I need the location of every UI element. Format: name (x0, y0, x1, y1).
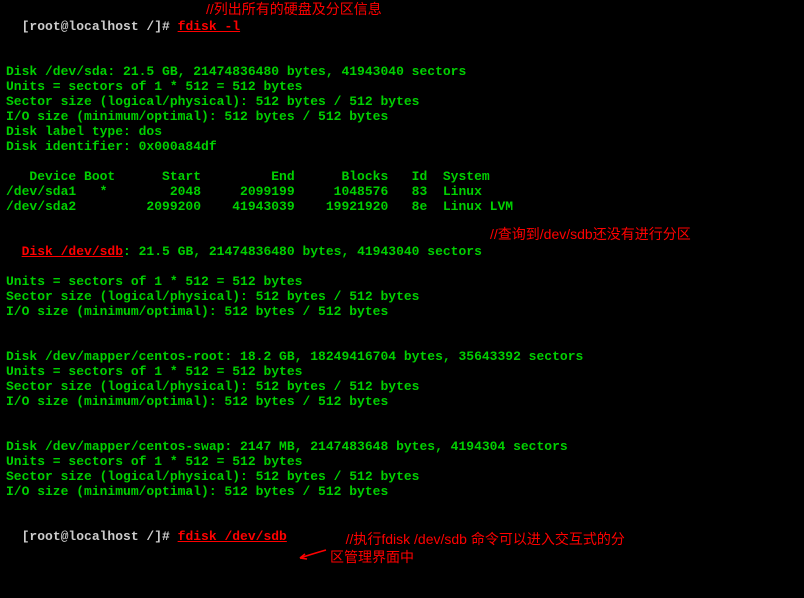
output-line: Units = sectors of 1 * 512 = 512 bytes (6, 79, 798, 94)
blank-line (6, 154, 798, 169)
command-1: fdisk -l (178, 19, 240, 34)
output-line: I/O size (minimum/optimal): 512 bytes / … (6, 109, 798, 124)
output-line: Sector size (logical/physical): 512 byte… (6, 94, 798, 109)
command-2: fdisk /dev/sdb (178, 529, 287, 544)
output-line: Sector size (logical/physical): 512 byte… (6, 469, 798, 484)
output-line: Disk label type: dos (6, 124, 798, 139)
prompt-line-2[interactable]: [root@localhost /]# fdisk /dev/sdb //执行f… (6, 514, 798, 548)
blank-line (6, 319, 798, 334)
prompt-prefix: [root@localhost /]# (22, 19, 178, 34)
disk-centos-swap-header: Disk /dev/mapper/centos-swap: 2147 MB, 2… (6, 439, 798, 454)
partition-table-header: Device Boot Start End Blocks Id System (6, 169, 798, 184)
output-line: Sector size (logical/physical): 512 byte… (6, 379, 798, 394)
blank-line (6, 424, 798, 439)
output-line: Units = sectors of 1 * 512 = 512 bytes (6, 274, 798, 289)
blank-line (6, 334, 798, 349)
partition-table-row: /dev/sda1 * 2048 2099199 1048576 83 Linu… (6, 184, 798, 199)
output-line: Disk identifier: 0x000a84df (6, 139, 798, 154)
disk-centos-root-header: Disk /dev/mapper/centos-root: 18.2 GB, 1… (6, 349, 798, 364)
output-line: I/O size (minimum/optimal): 512 bytes / … (6, 304, 798, 319)
disk-sdb-underline: Disk /dev/sdb (22, 244, 123, 259)
blank-line (6, 49, 798, 64)
prompt-line-1[interactable]: [root@localhost /]# fdisk -l //列出所有的硬盘及分… (6, 4, 798, 49)
output-line: Units = sectors of 1 * 512 = 512 bytes (6, 364, 798, 379)
output-line: I/O size (minimum/optimal): 512 bytes / … (6, 394, 798, 409)
prompt-prefix: [root@localhost /]# (22, 529, 178, 544)
partition-table-row: /dev/sda2 2099200 41943039 19921920 8e L… (6, 199, 798, 214)
output-line: Units = sectors of 1 * 512 = 512 bytes (6, 454, 798, 469)
output-line: Sector size (logical/physical): 512 byte… (6, 289, 798, 304)
arrow-icon (298, 518, 328, 530)
annotation-1: //列出所有的硬盘及分区信息 (206, 2, 382, 17)
disk-sdb-rest: : 21.5 GB, 21474836480 bytes, 41943040 s… (123, 244, 482, 259)
annotation-2: //查询到/dev/sdb还没有进行分区 (490, 227, 691, 242)
blank-line (6, 409, 798, 424)
output-line: I/O size (minimum/optimal): 512 bytes / … (6, 484, 798, 499)
disk-sda-header: Disk /dev/sda: 21.5 GB, 21474836480 byte… (6, 64, 798, 79)
disk-sdb-header: Disk /dev/sdb: 21.5 GB, 21474836480 byte… (6, 229, 798, 274)
annotation-3: //执行fdisk /dev/sdb 命令可以进入交互式的分区管理界面中 (330, 512, 625, 584)
